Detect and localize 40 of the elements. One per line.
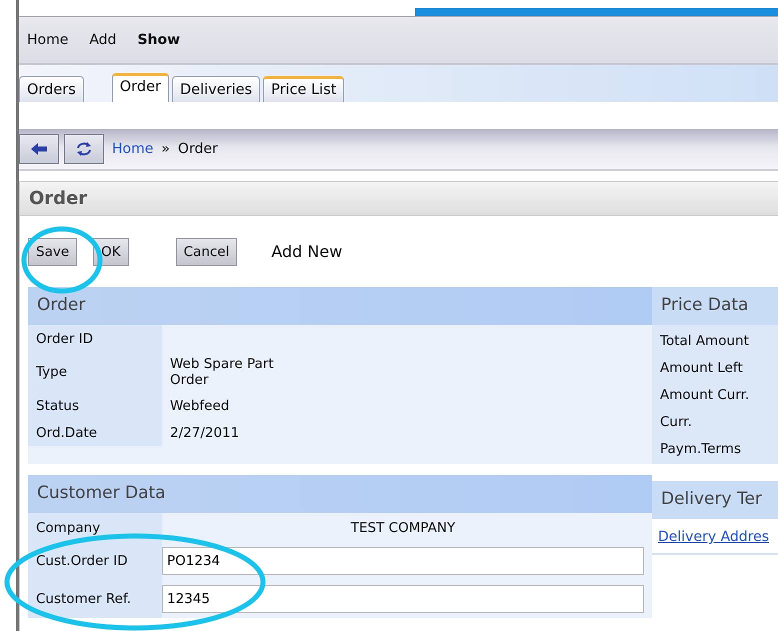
add-new-link[interactable]: Add New	[271, 242, 342, 261]
input-field[interactable]: 12345	[162, 585, 644, 613]
back-arrow-icon	[30, 142, 48, 156]
field-value: Web Spare Part Order	[169, 355, 275, 390]
field-value: TEST COMPANY	[350, 520, 456, 536]
tab[interactable]: Price List	[263, 76, 344, 102]
field-label: Amount Left	[660, 358, 744, 378]
field-label: Paym.Terms	[660, 440, 742, 458]
field-label: Amount Curr.	[660, 386, 750, 404]
section-header: Order	[28, 287, 652, 325]
field-label: Type	[28, 352, 162, 392]
field-label: Curr.	[660, 412, 693, 432]
breadcrumb-separator: »	[161, 141, 170, 157]
refresh-icon	[75, 140, 93, 158]
section-header: Price Data	[652, 287, 778, 325]
field-label: Status	[28, 392, 162, 419]
tab[interactable]: Order	[112, 73, 169, 102]
field-label: Ord.Date	[28, 419, 162, 446]
refresh-button[interactable]	[64, 134, 104, 164]
section-header: Delivery Ter	[652, 481, 778, 519]
field-label: Cust.Order ID	[28, 542, 162, 580]
panel-title: Order	[20, 182, 778, 216]
input-field[interactable]: PO1234	[162, 547, 644, 575]
save-button[interactable]: Save	[28, 238, 78, 266]
field-value: 2/27/2011	[169, 424, 240, 442]
breadcrumb-current: Order	[178, 141, 218, 157]
back-button[interactable]	[19, 134, 59, 164]
menu-item[interactable]: Home	[27, 32, 68, 48]
field-label: Total Amount	[660, 332, 750, 350]
menu-item[interactable]: Show	[137, 32, 180, 48]
field-value: Webfeed	[169, 396, 230, 416]
cancel-button[interactable]: Cancel	[176, 238, 238, 266]
tab[interactable]: Orders	[19, 76, 84, 102]
delivery-address-link[interactable]: Delivery Addres	[658, 529, 770, 545]
menu-item[interactable]: Add	[89, 32, 116, 48]
breadcrumb-link[interactable]: Home	[112, 141, 154, 157]
tab[interactable]: Deliveries	[172, 76, 260, 102]
section-header: Customer Data	[28, 475, 652, 513]
field-label: Customer Ref.	[28, 580, 162, 618]
field-label: Order ID	[28, 325, 162, 352]
